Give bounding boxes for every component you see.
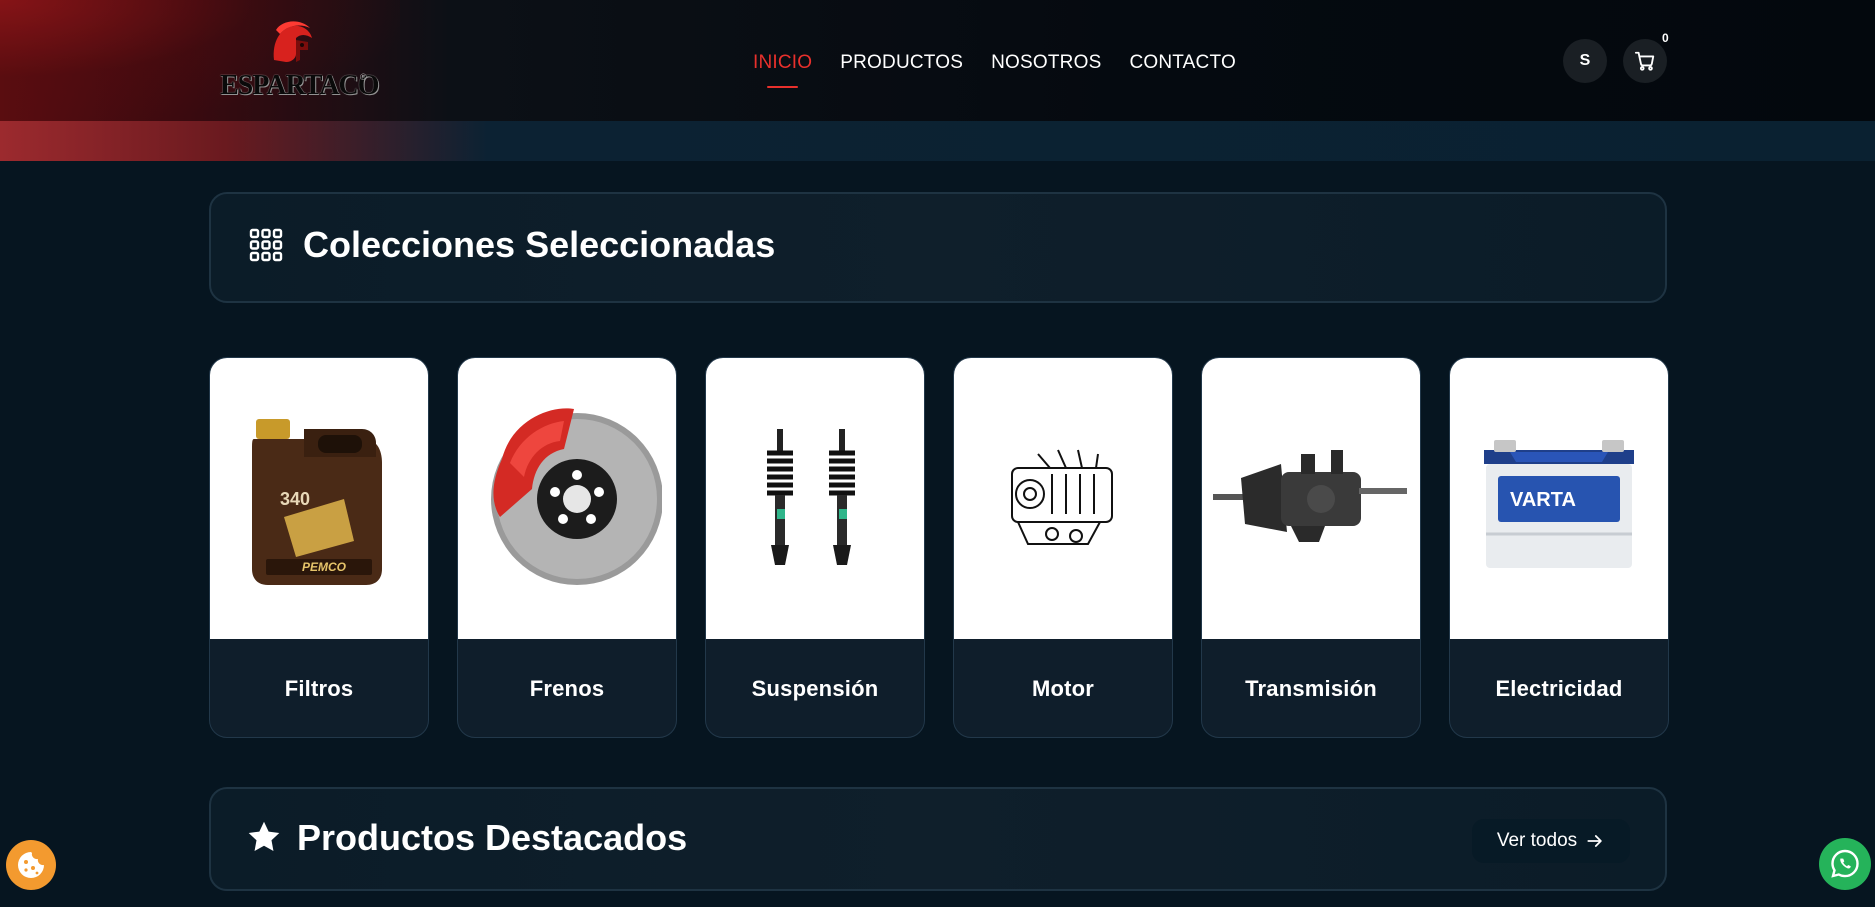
spartan-helmet-icon xyxy=(273,21,312,62)
collections-title: Colecciones Seleccionadas xyxy=(303,224,776,265)
featured-title: Productos Destacados xyxy=(297,817,688,858)
cart-button[interactable] xyxy=(1623,39,1667,83)
collection-card-electricidad[interactable]: VARTA Electricidad xyxy=(1449,357,1669,738)
collection-card-motor[interactable]: Motor xyxy=(953,357,1173,738)
collection-label: Electricidad xyxy=(1495,676,1623,701)
collection-label: Filtros xyxy=(284,676,354,701)
whatsapp-button[interactable] xyxy=(1819,838,1871,890)
oil-can-image: 340 PEMCO xyxy=(210,358,428,639)
collection-card-frenos[interactable]: Frenos xyxy=(457,357,677,738)
main-nav: INICIO PRODUCTOS NOSOTROS CONTACTO xyxy=(753,52,1236,88)
svg-text:340: 340 xyxy=(280,489,310,509)
brand-name: ESPARTACO xyxy=(220,70,380,101)
nav-contacto[interactable]: CONTACTO xyxy=(1129,52,1235,74)
collection-label: Motor xyxy=(1031,676,1095,701)
cart-icon xyxy=(1634,51,1655,71)
brand-logo[interactable]: ESPARTACO ® xyxy=(220,20,380,104)
collection-card-transmision[interactable]: Transmisión xyxy=(1201,357,1421,738)
collection-label: Frenos xyxy=(529,676,605,701)
grid-icon xyxy=(249,228,283,262)
nav-nosotros[interactable]: NOSOTROS xyxy=(991,52,1101,74)
collection-label: Suspensión xyxy=(751,676,879,701)
star-icon xyxy=(248,821,280,851)
shock-absorbers-image xyxy=(706,358,924,639)
collection-cards: 340 PEMCO Filtros Frenos Suspensión Moto… xyxy=(209,357,1669,738)
user-account-button[interactable]: S xyxy=(1563,39,1607,83)
svg-text:VARTA: VARTA xyxy=(1510,489,1576,511)
collections-header: Colecciones Seleccionadas xyxy=(209,192,1667,303)
brake-disc-image xyxy=(458,358,676,639)
arrow-right-icon xyxy=(1587,835,1602,847)
svg-text:PEMCO: PEMCO xyxy=(302,560,347,574)
cart-count-badge: 0 xyxy=(1662,31,1669,45)
collection-card-suspension[interactable]: Suspensión xyxy=(705,357,925,738)
whatsapp-icon xyxy=(1831,849,1859,878)
header-subband xyxy=(0,121,1875,161)
gearbox-image xyxy=(1202,358,1420,639)
nav-productos[interactable]: PRODUCTOS xyxy=(840,52,963,74)
cookie-settings-button[interactable] xyxy=(6,840,56,890)
nav-inicio[interactable]: INICIO xyxy=(753,52,812,88)
cookie-icon xyxy=(18,852,44,878)
battery-image: VARTA xyxy=(1450,358,1668,639)
featured-header: Productos Destacados Ver todos xyxy=(209,787,1667,891)
collection-card-filtros[interactable]: 340 PEMCO Filtros xyxy=(209,357,429,738)
engine-image xyxy=(954,358,1172,639)
see-all-label: Ver todos xyxy=(1496,830,1578,851)
user-initial: S xyxy=(1579,52,1591,69)
see-all-button[interactable]: Ver todos xyxy=(1472,819,1630,863)
registered-mark: ® xyxy=(360,72,367,82)
collection-label: Transmisión xyxy=(1245,676,1377,701)
